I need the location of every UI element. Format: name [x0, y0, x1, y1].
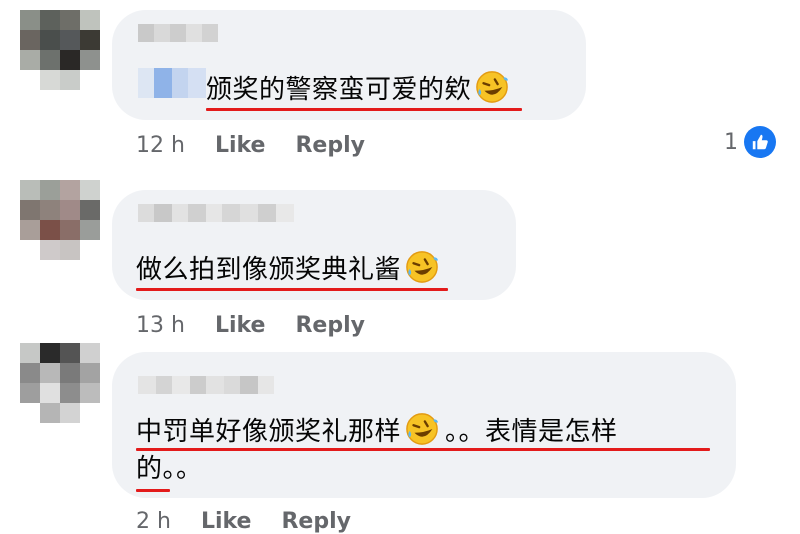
comment-actions: 13 h Like Reply [136, 313, 365, 338]
red-underline [136, 288, 448, 291]
like-icon [744, 126, 776, 158]
avatar[interactable] [20, 180, 100, 260]
comment-actions: 2 h Like Reply [136, 509, 351, 534]
reaction-count-value: 1 [724, 129, 738, 155]
comment-text: 做么拍到像颁奖典礼酱 [136, 250, 439, 287]
laughing-emoji-icon [406, 413, 439, 445]
commenter-name-blurred[interactable] [138, 24, 218, 42]
comment-text-tail: 。。表情是怎样 [445, 417, 618, 447]
reaction-count[interactable]: 1 [724, 126, 776, 158]
comment-text-content: 做么拍到像颁奖典礼酱 [136, 255, 402, 285]
reply-button[interactable]: Reply [295, 313, 365, 338]
timestamp[interactable]: 13 h [136, 313, 185, 338]
tag-blurred[interactable] [138, 68, 206, 98]
comment-text: 颁奖的警察蛮可爱的欸 [206, 70, 509, 107]
laughing-emoji-icon [406, 251, 439, 283]
laughing-emoji-icon [476, 71, 509, 103]
comment-actions: 12 h Like Reply [136, 133, 365, 158]
like-button[interactable]: Like [215, 133, 266, 158]
timestamp[interactable]: 2 h [136, 509, 171, 534]
like-button[interactable]: Like [215, 313, 266, 338]
reply-button[interactable]: Reply [295, 133, 365, 158]
red-underline [136, 448, 710, 451]
red-underline [206, 108, 522, 111]
comment-text-line-2: 的。。 [136, 452, 203, 486]
like-button[interactable]: Like [201, 509, 252, 534]
timestamp[interactable]: 12 h [136, 133, 185, 158]
comment-text-content: 中罚单好像颁奖礼那样 [136, 417, 402, 447]
red-underline [136, 489, 170, 492]
comment-text-content: 的。。 [136, 454, 203, 484]
comment-text-content: 颁奖的警察蛮可爱的欸 [206, 75, 472, 105]
commenter-name-blurred[interactable] [138, 204, 294, 222]
reply-button[interactable]: Reply [281, 509, 351, 534]
avatar[interactable] [20, 10, 100, 90]
commenter-name-blurred[interactable] [138, 376, 274, 394]
avatar[interactable] [20, 343, 100, 423]
comment-text-line-1: 中罚单好像颁奖礼那样 。。表情是怎样 [136, 412, 618, 449]
